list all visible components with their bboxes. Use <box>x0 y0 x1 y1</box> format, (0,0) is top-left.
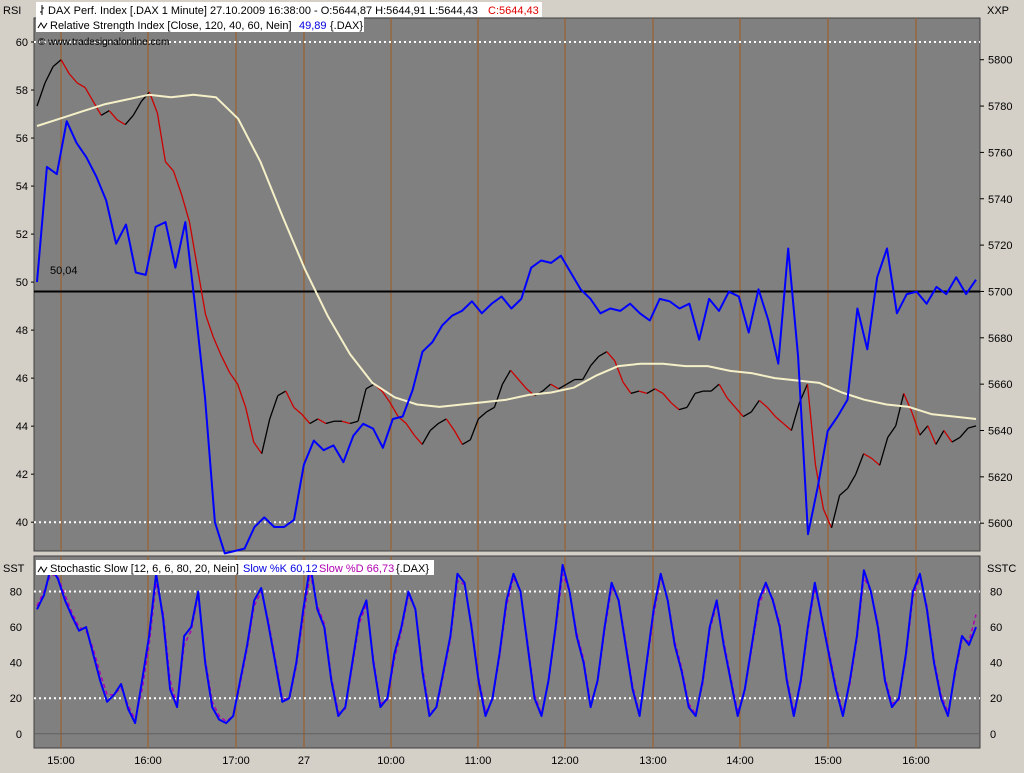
x-tick-label: 11:00 <box>465 755 492 767</box>
rsi-tick-label: 48 <box>16 325 28 337</box>
price-tick-label: 5620 <box>988 472 1012 484</box>
rsi-tick-label: 54 <box>16 181 28 193</box>
rsi-tick-label: 44 <box>16 421 28 433</box>
lower-left-axis-label: SST <box>3 563 25 575</box>
x-tick-label: 15:00 <box>47 755 75 767</box>
stochastic-tick-label: 40 <box>990 658 1002 670</box>
price-tick-label: 5760 <box>988 147 1012 159</box>
stochastic-tick-label: 0 <box>990 729 996 741</box>
stochastic-tick-label: 60 <box>10 622 22 634</box>
rsi-tick-label: 52 <box>16 229 28 241</box>
rsi-tick-label: 60 <box>16 37 28 49</box>
x-tick-label: 13:00 <box>639 755 667 767</box>
x-tick-label: 12:00 <box>551 755 579 767</box>
price-tick-label: 5720 <box>988 240 1012 252</box>
stochastic-legend-text: Stochastic Slow [12, 6, 6, 80, 20, Nein] <box>50 563 239 575</box>
chart-window: DAX Perf. Index [.DAX 1 Minute] 27.10.20… <box>0 0 1024 768</box>
rsi-value-text: 49,89 <box>299 20 327 32</box>
x-tick-label: 10:00 <box>377 755 405 767</box>
lower-right-axis-label: SSTC <box>987 563 1016 575</box>
x-tick-label: 16:00 <box>902 755 930 767</box>
stochastic-d-legend: Slow %D 66,73 <box>319 563 394 575</box>
upper-plot-area[interactable] <box>33 17 981 552</box>
stochastic-tick-label: 40 <box>10 658 22 670</box>
rsi-tick-label: 58 <box>16 85 28 97</box>
stochastic-tick-label: 80 <box>990 587 1002 599</box>
stochastic-tick-label: 80 <box>10 587 22 599</box>
x-tick-label: 16:00 <box>134 755 162 767</box>
watermark: © www.tradesignalonline.com <box>38 37 169 48</box>
x-tick-label: 15:00 <box>814 755 842 767</box>
chart-canvas: DAX Perf. Index [.DAX 1 Minute] 27.10.20… <box>3 2 1016 767</box>
price-tick-label: 5780 <box>988 101 1012 113</box>
stochastic-tick-label: 0 <box>16 729 22 741</box>
rsi-tick-label: 40 <box>16 517 28 529</box>
price-legend-text: DAX Perf. Index [.DAX 1 Minute] 27.10.20… <box>48 5 478 17</box>
price-tick-label: 5660 <box>988 379 1012 391</box>
line-label: 50,04 <box>50 265 78 277</box>
stochastic-tick-label: 20 <box>10 693 22 705</box>
x-tick-label: 14:00 <box>726 755 754 767</box>
price-tick-label: 5800 <box>988 55 1012 67</box>
rsi-legend-text: Relative Strength Index [Close, 120, 40,… <box>50 20 292 32</box>
price-tick-label: 5740 <box>988 194 1012 206</box>
price-tick-label: 5640 <box>988 425 1012 437</box>
rsi-suffix-text: {.DAX} <box>330 20 363 32</box>
right-axis-label: XXP <box>987 5 1009 17</box>
price-tick-label: 5600 <box>988 518 1012 530</box>
stochastic-suffix-text: {.DAX} <box>396 563 429 575</box>
stochastic-k-legend: Slow %K 60,12 <box>243 563 318 575</box>
rsi-tick-label: 42 <box>16 469 28 481</box>
price-close-text: C:5644,43 <box>488 5 539 17</box>
rsi-tick-label: 56 <box>16 133 28 145</box>
x-tick-label: 17:00 <box>222 755 250 767</box>
stochastic-tick-label: 20 <box>990 693 1002 705</box>
price-tick-label: 5700 <box>988 286 1012 298</box>
lower-plot-area[interactable] <box>33 555 981 749</box>
rsi-tick-label: 50 <box>16 277 28 289</box>
stochastic-tick-label: 60 <box>990 622 1002 634</box>
rsi-tick-label: 46 <box>16 373 28 385</box>
x-tick-label: 27 <box>298 755 310 767</box>
left-axis-label: RSI <box>3 5 21 17</box>
price-tick-label: 5680 <box>988 333 1012 345</box>
